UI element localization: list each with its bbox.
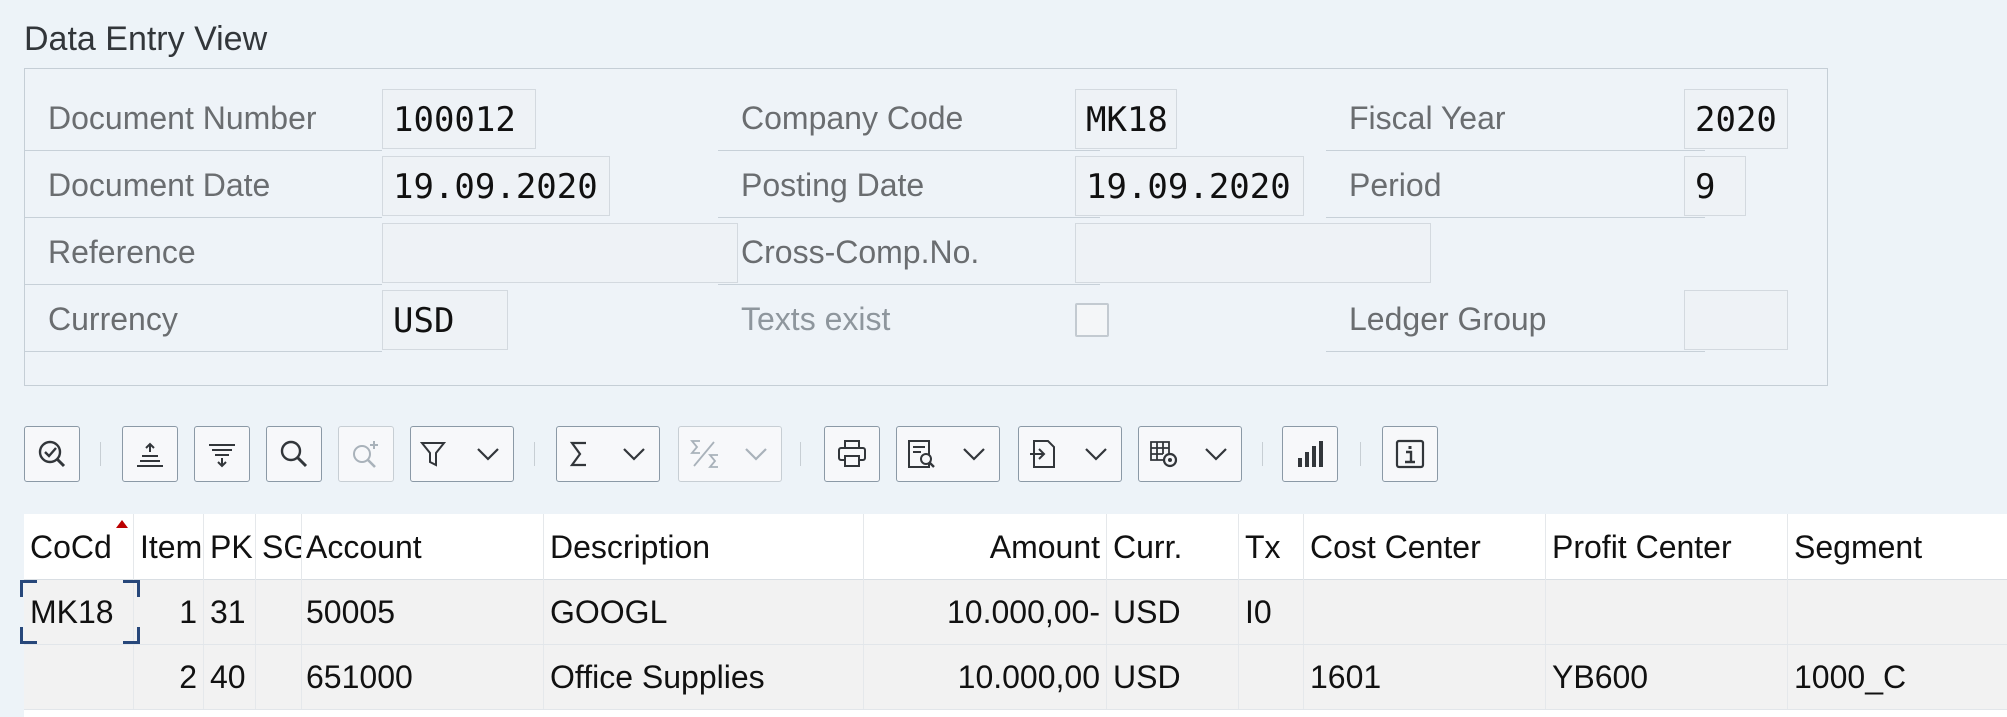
cell-profit-center[interactable]: YB600 xyxy=(1546,645,1788,709)
search-next-button[interactable] xyxy=(338,426,394,482)
cell-account[interactable]: 50005 xyxy=(302,580,544,644)
texts-exist-label: Texts exist xyxy=(741,301,891,337)
cell-item[interactable]: 2 xyxy=(134,645,204,709)
document-number-field[interactable]: 100012 xyxy=(382,89,536,149)
export-menu-button[interactable] xyxy=(1018,426,1122,482)
grid-header-row: CoCd Item PK SG Account Description Amou… xyxy=(24,514,2007,580)
cell-segment[interactable] xyxy=(1788,580,2007,644)
company-code-label: Company Code xyxy=(718,85,1100,151)
period-label: Period xyxy=(1326,152,1705,218)
search-button[interactable] xyxy=(266,426,322,482)
reference-field[interactable] xyxy=(382,223,738,283)
cell-tx[interactable] xyxy=(1239,645,1304,709)
column-header-segment[interactable]: Segment xyxy=(1788,514,2007,580)
cell-cost-center[interactable]: 1601 xyxy=(1304,645,1546,709)
document-date-field[interactable]: 19.09.2020 xyxy=(382,156,610,216)
cell-segment[interactable]: 1000_C xyxy=(1788,645,2007,709)
sum-menu-button[interactable] xyxy=(556,426,660,482)
document-header-panel: Document Number 100012 Company Code MK18… xyxy=(24,68,1828,386)
chevron-down-icon xyxy=(745,448,767,461)
cell-pk[interactable]: 31 xyxy=(204,580,256,644)
table-row[interactable]: MK18 1 31 50005 GOOGL 10.000,00- USD I0 xyxy=(24,580,2007,645)
sort-ascending-button[interactable] xyxy=(122,426,178,482)
company-code-field[interactable]: MK18 xyxy=(1075,89,1177,149)
chevron-down-icon xyxy=(623,448,645,461)
print-button[interactable] xyxy=(824,426,880,482)
fiscal-year-field[interactable]: 2020 xyxy=(1684,89,1788,149)
sort-ascending-icon xyxy=(137,442,163,467)
print-icon xyxy=(838,440,866,467)
cross-comp-no-field[interactable] xyxy=(1075,223,1431,283)
cell-item[interactable]: 1 xyxy=(134,580,204,644)
texts-exist-checkbox[interactable] xyxy=(1075,303,1109,337)
column-header-cost-center[interactable]: Cost Center xyxy=(1304,514,1546,580)
filter-menu-button[interactable] xyxy=(410,426,514,482)
column-header-tx[interactable]: Tx xyxy=(1239,514,1304,580)
currency-field[interactable]: USD xyxy=(382,290,508,350)
subtotal-menu-button[interactable] xyxy=(678,426,782,482)
view-title: Data Entry View xyxy=(24,20,268,58)
cell-account[interactable]: 651000 xyxy=(302,645,544,709)
cell-cocd[interactable] xyxy=(24,645,134,709)
search-icon xyxy=(280,440,308,468)
print-preview-icon xyxy=(908,440,935,468)
sort-descending-icon xyxy=(209,444,235,468)
cell-curr[interactable]: USD xyxy=(1107,580,1239,644)
details-icon xyxy=(38,440,66,468)
document-date-label: Document Date xyxy=(25,152,382,218)
reference-label: Reference xyxy=(25,219,382,285)
chevron-down-icon xyxy=(1205,448,1227,461)
cell-amount[interactable]: 10.000,00 xyxy=(864,645,1107,709)
sort-descending-button[interactable] xyxy=(194,426,250,482)
grid-toolbar xyxy=(24,422,2007,490)
period-field[interactable]: 9 xyxy=(1684,156,1746,216)
cell-cost-center[interactable] xyxy=(1304,580,1546,644)
fiscal-year-label: Fiscal Year xyxy=(1326,85,1705,151)
info-button[interactable] xyxy=(1382,426,1438,482)
column-header-item[interactable]: Item xyxy=(134,514,204,580)
posting-date-label: Posting Date xyxy=(718,152,1100,218)
chevron-down-icon xyxy=(477,448,499,461)
ledger-group-field[interactable] xyxy=(1684,290,1788,350)
column-header-account[interactable]: Account xyxy=(302,514,544,580)
chevron-down-icon xyxy=(963,448,985,461)
cell-description[interactable]: Office Supplies xyxy=(544,645,864,709)
column-header-curr[interactable]: Curr. xyxy=(1107,514,1239,580)
currency-label: Currency xyxy=(25,286,382,352)
print-preview-menu-button[interactable] xyxy=(896,426,1000,482)
export-icon xyxy=(1030,440,1055,468)
chart-button[interactable] xyxy=(1282,426,1338,482)
cell-sg[interactable] xyxy=(256,645,302,709)
layout-settings-menu-button[interactable] xyxy=(1138,426,1242,482)
info-icon xyxy=(1395,439,1425,469)
table-row[interactable]: 2 40 651000 Office Supplies 10.000,00 US… xyxy=(24,645,2007,710)
sort-indicator-icon xyxy=(116,520,128,528)
cell-tx[interactable]: I0 xyxy=(1239,580,1304,644)
document-number-label: Document Number xyxy=(25,85,382,151)
column-header-amount[interactable]: Amount xyxy=(864,514,1107,580)
column-header-description[interactable]: Description xyxy=(544,514,864,580)
cell-profit-center[interactable] xyxy=(1546,580,1788,644)
details-button[interactable] xyxy=(24,426,80,482)
cell-pk[interactable]: 40 xyxy=(204,645,256,709)
cell-cocd[interactable]: MK18 xyxy=(24,580,134,644)
column-header-sg[interactable]: SG xyxy=(256,514,302,580)
column-header-pk[interactable]: PK xyxy=(204,514,256,580)
chart-icon xyxy=(1298,441,1323,467)
line-items-grid: CoCd Item PK SG Account Description Amou… xyxy=(20,514,2007,717)
filter-icon xyxy=(420,442,447,467)
cell-amount[interactable]: 10.000,00- xyxy=(864,580,1107,644)
chevron-down-icon xyxy=(1085,448,1107,461)
posting-date-field[interactable]: 19.09.2020 xyxy=(1075,156,1304,216)
subtotal-icon xyxy=(690,440,718,468)
cell-description[interactable]: GOOGL xyxy=(544,580,864,644)
search-next-icon xyxy=(353,441,378,468)
cell-curr[interactable]: USD xyxy=(1107,645,1239,709)
sum-icon xyxy=(569,441,586,467)
cell-sg[interactable] xyxy=(256,580,302,644)
cross-comp-no-label: Cross-Comp.No. xyxy=(718,219,1100,285)
layout-settings-icon xyxy=(1150,441,1178,468)
column-header-profit-center[interactable]: Profit Center xyxy=(1546,514,1788,580)
ledger-group-label: Ledger Group xyxy=(1326,286,1705,352)
